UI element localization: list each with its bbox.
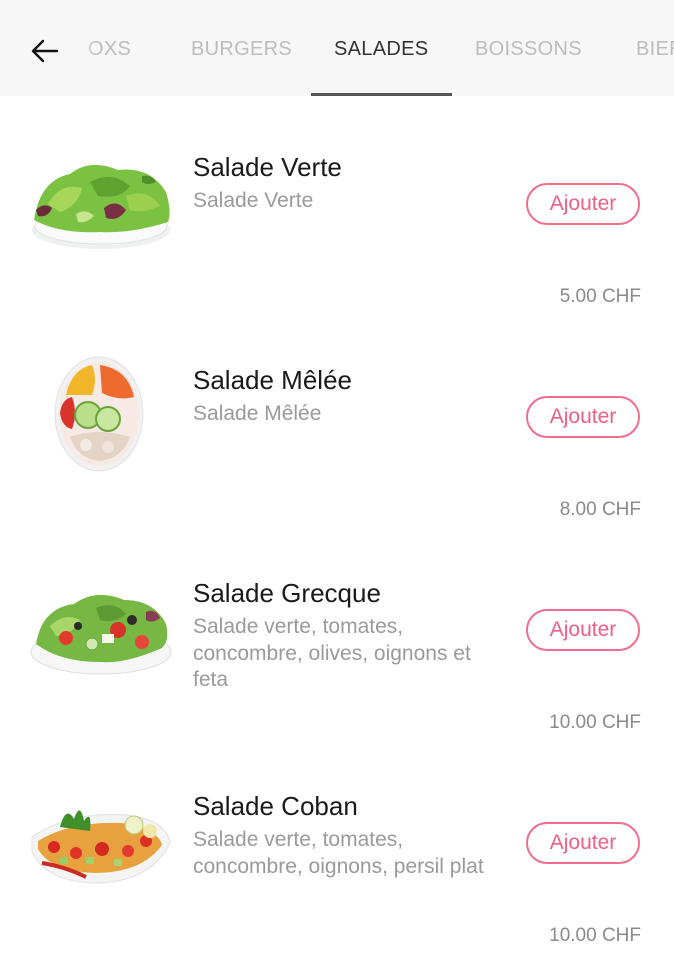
add-button[interactable]: Ajouter [526,183,640,225]
item-name: Salade Verte [193,152,342,182]
item-price: 5.00 CHF [559,286,641,307]
arrow-left-icon [31,39,59,63]
add-button[interactable]: Ajouter [526,609,640,651]
add-button[interactable]: Ajouter [526,396,640,438]
tab-burgers[interactable]: BURGERS [191,38,292,61]
tab-boissons[interactable]: BOISSONS [475,38,582,61]
item-name: Salade Grecque [193,578,381,608]
active-tab-indicator [311,93,452,96]
tab-salades[interactable]: SALADES [334,38,428,61]
item-name: Salade Mêlée [193,365,352,395]
item-price: 8.00 CHF [559,499,641,520]
menu-item[interactable]: Salade Mêlée Salade Mêlée Ajouter 8.00 C… [0,333,674,546]
item-description: Salade Mêlée [193,402,322,425]
category-header: OXS BURGERS SALADES BOISSONS BIER [0,0,674,96]
item-price: 10.00 CHF [549,925,641,946]
add-button[interactable]: Ajouter [526,822,640,864]
category-tabs: OXS BURGERS SALADES BOISSONS BIER [0,0,674,96]
item-price: 10.00 CHF [549,712,641,733]
item-description: Salade verte, tomates, concombre, oignon… [193,828,484,878]
green-salad-image [32,164,170,249]
greek-salad-image [30,594,172,675]
tab-bier[interactable]: BIER [636,38,674,61]
coban-salad-image [31,810,171,884]
item-description: Salade Verte [193,189,314,212]
item-description: Salade verte, tomates, concombre, olives… [193,615,471,691]
mixed-salad-image [54,356,144,472]
menu-item[interactable]: Salade Coban Salade verte, tomates, conc… [0,759,674,972]
back-button[interactable] [28,34,62,68]
menu-item[interactable]: Salade Grecque Salade verte, tomates, co… [0,546,674,759]
menu-item[interactable]: Salade Verte Salade Verte Ajouter 5.00 C… [0,120,674,333]
item-name: Salade Coban [193,791,358,821]
tab-boxs[interactable]: OXS [88,38,131,61]
